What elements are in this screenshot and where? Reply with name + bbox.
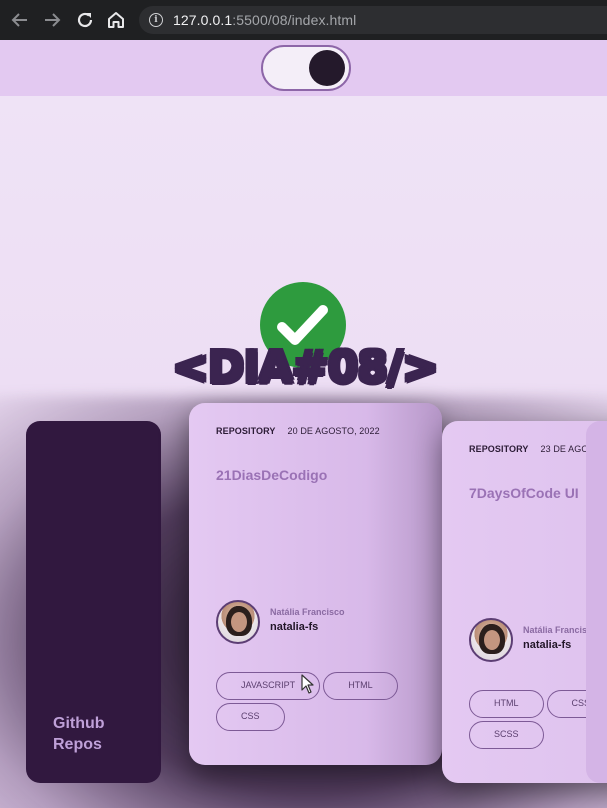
forward-arrow-icon[interactable]: [41, 9, 63, 31]
github-repos-card[interactable]: Github Repos: [26, 421, 161, 783]
avatar: [216, 600, 260, 644]
tag-html[interactable]: HTML: [469, 690, 544, 718]
day-logo: <DIA#08/>: [150, 340, 460, 396]
repo-meta: REPOSITORY 20 DE AGOSTO, 2022: [216, 426, 380, 436]
author-name: Natália Francis: [523, 625, 588, 635]
address-bar[interactable]: i 127.0.0.1:5500/08/index.html: [139, 6, 607, 34]
browser-toolbar: i 127.0.0.1:5500/08/index.html: [0, 0, 607, 40]
author-handle[interactable]: natalia-fs: [270, 621, 345, 634]
repo-date: 23 DE AGO: [540, 444, 589, 454]
repo-kind: REPOSITORY: [216, 426, 276, 436]
author-name: Natália Francisco: [270, 607, 345, 617]
main-content: <DIA#08/> Github Repos REPOSITORY 20 DE …: [0, 96, 607, 808]
repo-card[interactable]: REPOSITORY 20 DE AGOSTO, 2022 21DiasDeCo…: [189, 403, 442, 765]
repo-card[interactable]: REPOSITORY 23 DE AGO 7DaysOfCode UI Natá…: [442, 421, 607, 783]
url-path: :5500/08/index.html: [232, 12, 357, 28]
repo-name[interactable]: 21DiasDeCodigo: [216, 467, 327, 483]
theme-toggle[interactable]: [261, 45, 351, 91]
toggle-knob: [309, 50, 345, 86]
url-host: 127.0.0.1: [173, 12, 233, 28]
mouse-cursor-icon: [301, 674, 314, 694]
tag-css[interactable]: CSS: [216, 703, 285, 731]
info-icon[interactable]: i: [149, 13, 163, 27]
page-header: [0, 40, 607, 96]
reload-icon[interactable]: [74, 9, 96, 31]
back-arrow-icon[interactable]: [9, 9, 31, 31]
tag-scss[interactable]: SCSS: [469, 721, 544, 749]
author-handle[interactable]: natalia-fs: [523, 639, 587, 652]
tag-html[interactable]: HTML: [323, 672, 398, 700]
repo-name[interactable]: 7DaysOfCode UI: [469, 485, 579, 501]
repo-card-partial[interactable]: [586, 421, 607, 783]
home-icon[interactable]: [105, 9, 127, 31]
url-text: 127.0.0.1:5500/08/index.html: [173, 12, 356, 28]
repo-date: 20 DE AGOSTO, 2022: [287, 426, 380, 436]
github-repos-title: Github Repos: [53, 715, 105, 753]
repo-meta: REPOSITORY 23 DE AGO: [469, 444, 588, 454]
avatar: [469, 618, 513, 662]
repo-kind: REPOSITORY: [469, 444, 529, 454]
author: Natália Francisco natalia-fs: [270, 606, 345, 634]
author: Natália Francis natalia-fs: [523, 624, 587, 652]
tag-list: JAVASCRIPT HTML CSS: [216, 672, 416, 731]
